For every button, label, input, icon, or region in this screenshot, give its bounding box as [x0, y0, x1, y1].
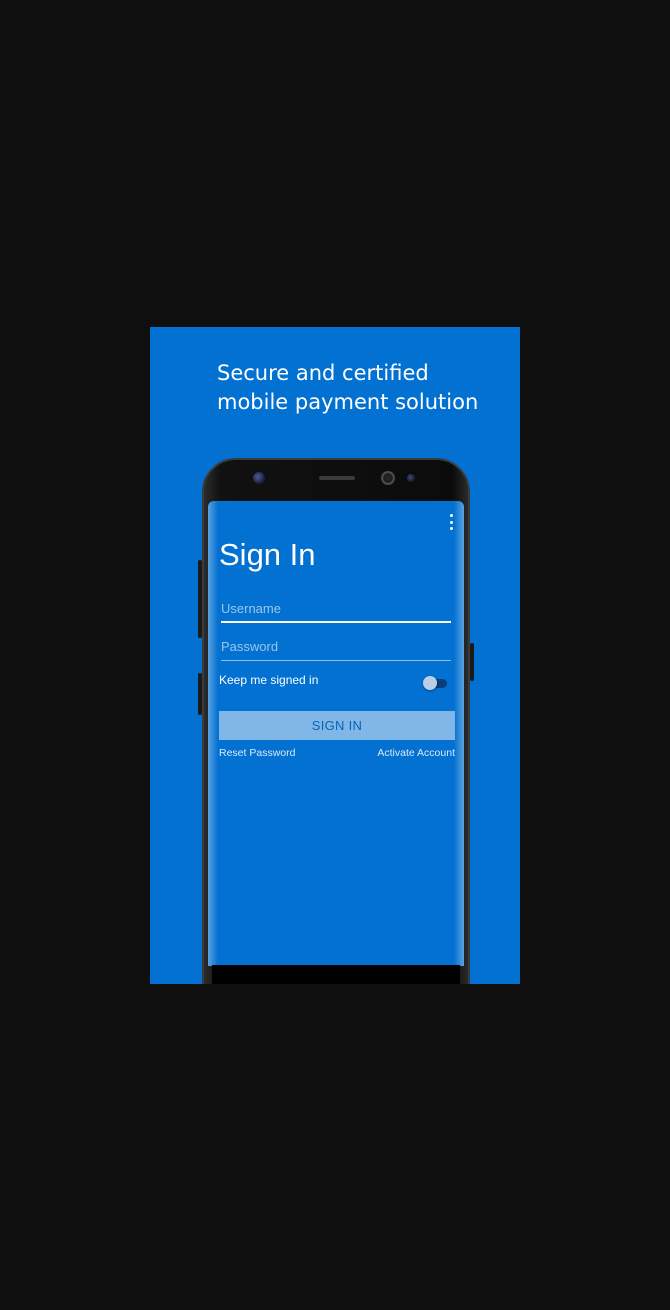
password-underline — [221, 660, 451, 661]
front-camera-icon — [381, 471, 395, 485]
proximity-sensor — [407, 474, 415, 482]
page-title: Sign In — [219, 537, 316, 572]
iris-scanner-icon — [253, 472, 265, 484]
keep-signed-in-label: Keep me signed in — [219, 673, 319, 687]
reset-password-link[interactable]: Reset Password — [219, 747, 295, 759]
sign-in-button[interactable]: SIGN IN — [219, 711, 455, 740]
headline-line-1: Secure and certified — [217, 361, 429, 385]
username-placeholder: Username — [221, 601, 281, 616]
banner-headline: Secure and certified mobile payment solu… — [217, 359, 507, 417]
promo-banner: Secure and certified mobile payment solu… — [150, 327, 520, 984]
password-field[interactable]: Password — [221, 635, 451, 661]
toggle-knob — [423, 676, 437, 690]
phone-power-button — [470, 643, 474, 681]
password-placeholder: Password — [221, 639, 279, 654]
headline-line-2: mobile payment solution — [217, 390, 479, 414]
more-vertical-icon[interactable] — [448, 514, 454, 530]
username-field[interactable]: Username — [221, 597, 451, 623]
username-underline — [221, 621, 451, 623]
activate-account-link[interactable]: Activate Account — [377, 747, 455, 759]
phone-screen: Sign In Username Password Keep me signed… — [208, 501, 464, 966]
keep-signed-in-toggle[interactable] — [423, 676, 447, 690]
phone-nav-bar — [212, 965, 460, 984]
earpiece-speaker — [319, 476, 355, 480]
